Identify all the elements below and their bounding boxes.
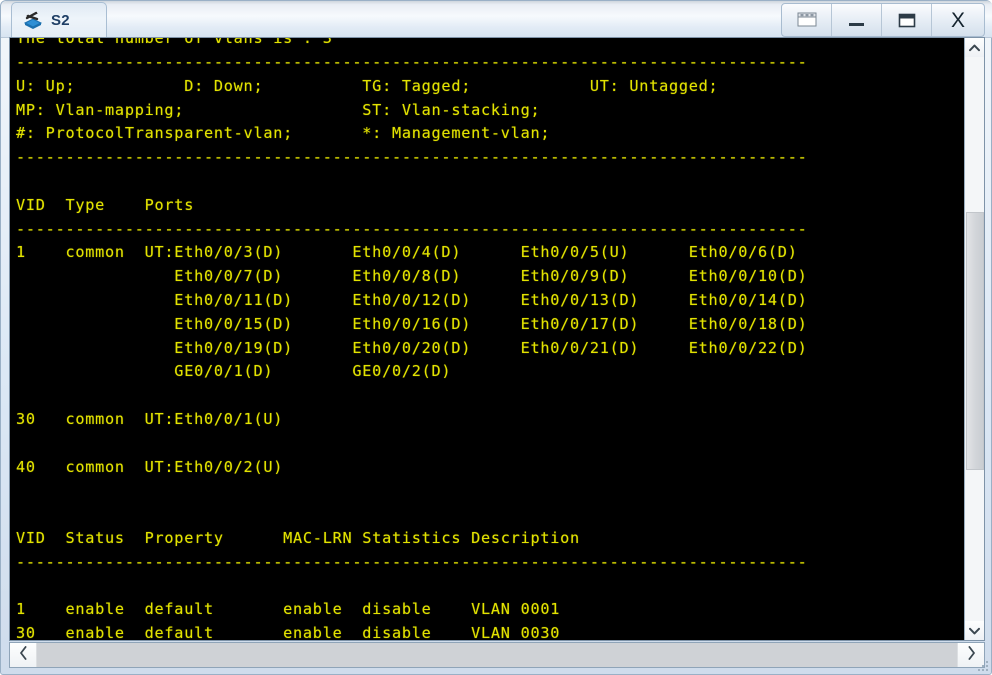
window-tab-label: S2	[51, 11, 70, 29]
close-button[interactable]: X	[932, 4, 984, 36]
maximize-icon	[897, 12, 917, 29]
terminal-output[interactable]: The total number of vlans is : 3 -------…	[10, 38, 964, 640]
chevron-down-icon	[969, 622, 980, 640]
title-bar: S2 X	[1, 1, 992, 38]
terminal-window: S2 X The total number of vlans is: 3 --…	[0, 0, 992, 675]
maximize-button[interactable]	[882, 4, 932, 36]
horizontal-scroll-thumb[interactable]	[36, 643, 958, 667]
resize-grip[interactable]	[976, 659, 988, 671]
restore-all-icon	[795, 10, 819, 30]
terminal-area: The total number of vlans is : 3 -------…	[9, 37, 985, 641]
window-tab-s2[interactable]: S2	[11, 2, 107, 37]
scroll-left-button[interactable]	[10, 643, 36, 667]
switch-icon	[22, 9, 44, 31]
vertical-scrollbar[interactable]	[964, 38, 984, 640]
close-icon: X	[950, 8, 965, 32]
minimize-icon	[849, 23, 864, 26]
minimize-button[interactable]	[832, 4, 882, 36]
scroll-down-button[interactable]	[965, 621, 984, 640]
window-controls: X	[781, 3, 985, 37]
chevron-right-icon	[967, 645, 976, 665]
restore-all-button[interactable]	[782, 4, 832, 36]
terminal-clipped-text: The total number of vlans is : 3	[16, 38, 333, 47]
terminal-clipped-line: The total number of vlans is : 3	[10, 38, 964, 51]
terminal-lines: ----------------------------------------…	[16, 53, 808, 640]
terminal-text-body: ----------------------------------------…	[10, 51, 964, 640]
scroll-up-button[interactable]	[965, 38, 984, 57]
horizontal-scrollbar[interactable]	[9, 642, 985, 668]
chevron-left-icon	[19, 645, 28, 665]
vertical-scroll-thumb[interactable]	[966, 212, 984, 470]
chevron-up-icon	[969, 39, 980, 57]
